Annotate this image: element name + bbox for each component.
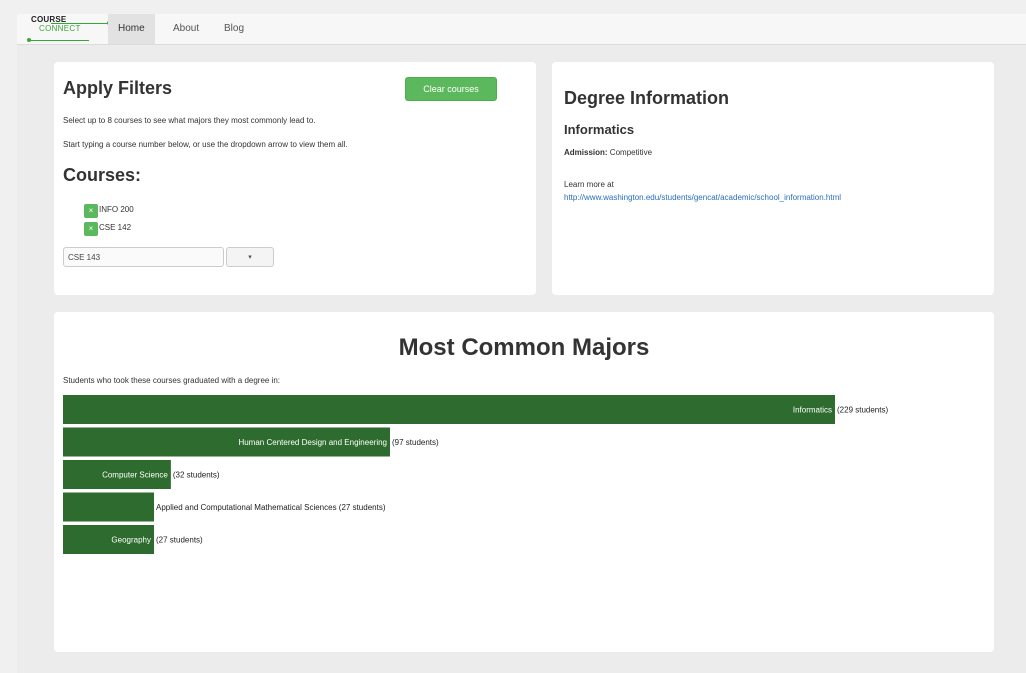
degree-info-link[interactable]: http://www.washington.edu/students/genca… (564, 193, 841, 202)
logo-line-bottom (29, 40, 89, 41)
bar-value-label: (97 students) (392, 438, 439, 447)
major-name: Informatics (564, 122, 635, 137)
navbar: COURSE CONNECT Home About Blog (17, 14, 1026, 45)
nav-blog[interactable]: Blog (224, 14, 244, 44)
chevron-down-icon: ▾ (248, 254, 252, 261)
nav-about[interactable]: About (173, 14, 199, 44)
nav-home[interactable]: Home (108, 14, 155, 44)
bar-value-label: (32 students) (173, 471, 220, 480)
admission-label: Admission: (564, 148, 608, 157)
degree-information-panel: Degree Information Informatics Admission… (552, 62, 994, 295)
majors-bar-chart: Informatics (229 students) Human Centered … (63, 395, 888, 554)
logo-dot-left (27, 38, 31, 42)
remove-course-icon[interactable]: × (84, 204, 98, 218)
course-connect-logo[interactable]: COURSE CONNECT (27, 14, 111, 44)
apply-filters-title: Apply Filters (63, 78, 173, 98)
bar-category-label: Computer Science (102, 471, 168, 480)
courses-title: Courses: (63, 165, 142, 185)
bar-informatics (63, 395, 835, 424)
course-search-input[interactable] (63, 247, 224, 267)
learn-more-text: Learn more at (564, 180, 614, 189)
bar-applied-and-computational-mathematical-sciences (63, 492, 155, 522)
bar-category-value-label: Applied and Computational Mathematical S… (156, 503, 386, 512)
course-dropdown-button[interactable]: ▾ (226, 247, 274, 267)
most-common-majors-title: Most Common Majors (398, 334, 650, 361)
apply-filters-panel: Apply Filters Clear courses Select up to… (54, 62, 536, 295)
bar-value-label: (229 students) (837, 406, 888, 415)
bar-value-label: (27 students) (156, 536, 203, 545)
filters-help-text: Select up to 8 courses to see what major… (63, 116, 316, 125)
clear-courses-button[interactable]: Clear courses (405, 77, 497, 101)
admission-value: Competitive (609, 148, 653, 157)
selected-course-label: CSE 142 (99, 223, 132, 232)
bar-category-label: Human Centered Design and Engineering (238, 438, 387, 447)
logo-text-connect: CONNECT (39, 24, 81, 33)
most-common-majors-panel: Most Common Majors Students who took the… (54, 312, 994, 652)
majors-subtitle: Students who took these courses graduate… (63, 376, 281, 385)
app-window: COURSE CONNECT Home About Blog Apply Fil… (17, 14, 1026, 673)
admission-status: Admission: Competitive (564, 148, 652, 157)
bar-category-label: Informatics (793, 406, 832, 415)
filters-instructions-text: Start typing a course number below, or u… (63, 140, 348, 149)
degree-information-title: Degree Information (564, 88, 730, 108)
bar-category-label: Geography (111, 536, 151, 545)
selected-course-label: INFO 200 (99, 205, 134, 214)
remove-course-icon[interactable]: × (84, 222, 98, 236)
